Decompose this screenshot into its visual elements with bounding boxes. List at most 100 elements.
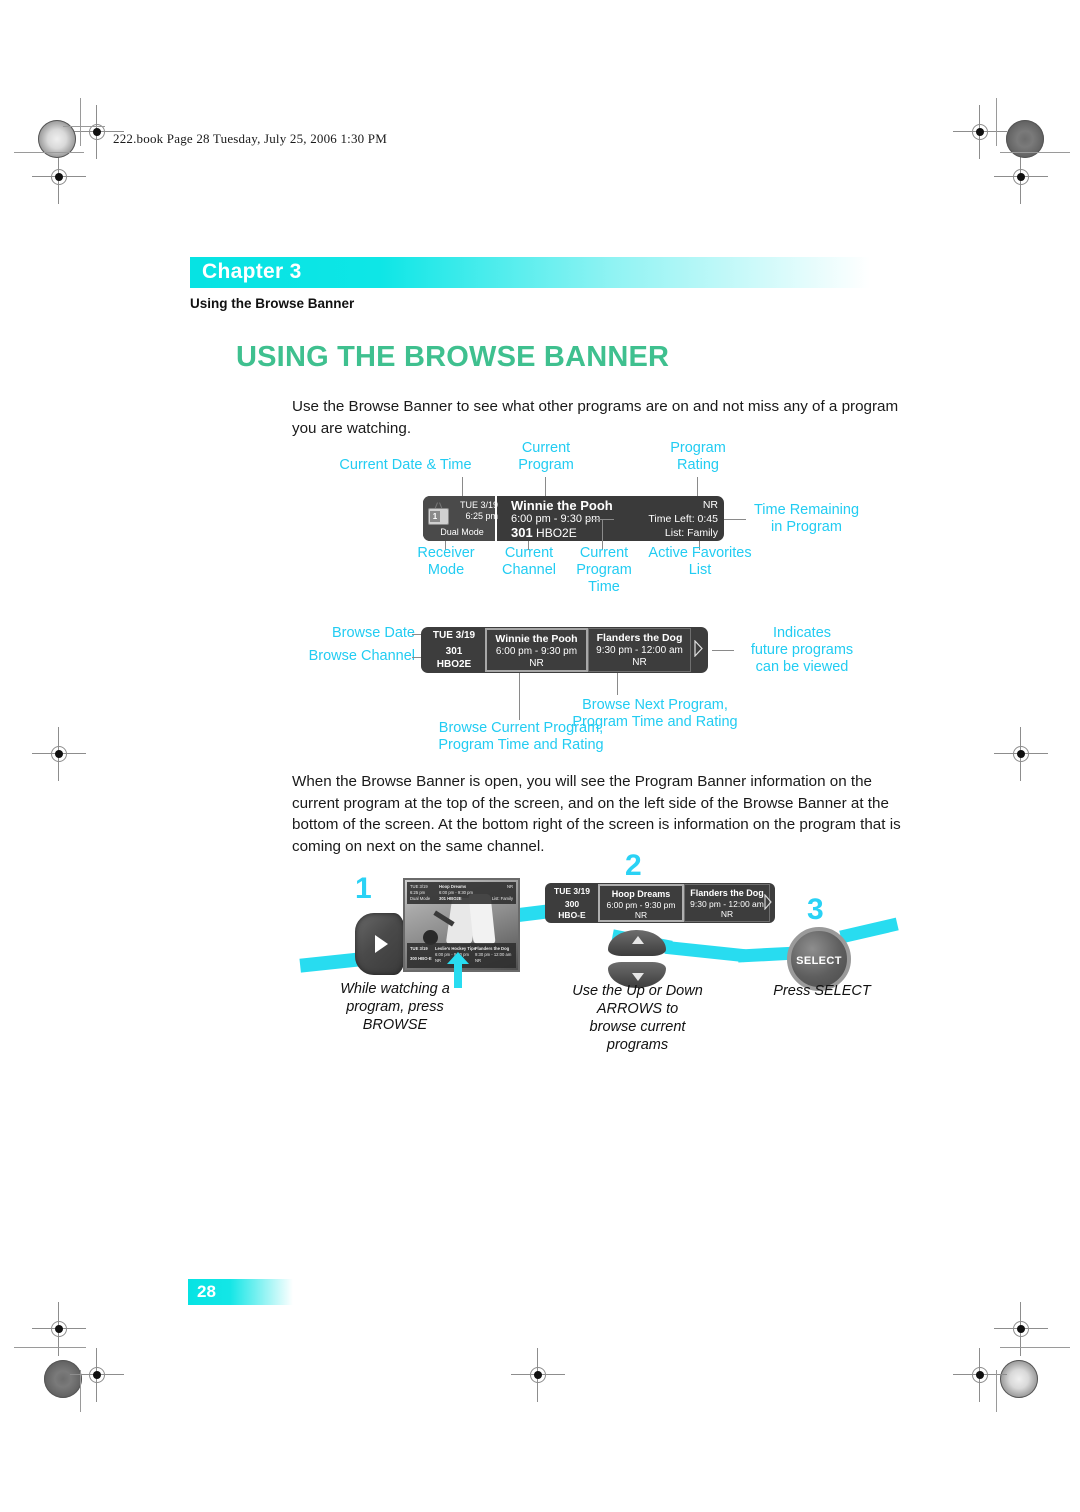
tv-overlay-date: TUE 3/19 [410,884,428,889]
leader-current-program-time-h [586,519,614,520]
trim-line-top-right-h [1000,152,1070,153]
browse-next-title: Flanders the Dog [596,632,683,644]
step-2-number: 2 [625,849,642,882]
step2-browse-date: TUE 3/19 [554,886,590,896]
step2-current-time: 6:00 pm - 9:30 pm [606,900,676,910]
trim-line-top-right-v [996,98,997,146]
registration-mark-bottom-right [994,1302,1048,1356]
page-number: 28 [197,1282,216,1301]
callout-browse-current: Browse Current Program, Program Time and… [438,720,604,753]
registration-mark-top-right [953,105,1007,159]
leader-current-program [545,477,546,497]
step2-current-title: Hoop Dreams [611,889,671,899]
trim-line-bottom-right-v [996,1370,997,1412]
print-slug: 222.book Page 28 Tuesday, July 25, 2006 … [113,131,387,146]
tv-overlay-browse-current-rating: NR [435,958,442,963]
leader-browse-current [519,673,520,720]
step-3-number: 3 [807,893,824,926]
program-banner-mode: Dual Mode [440,527,484,537]
select-button-label: SELECT [796,955,842,967]
flow-ribbon-seg7 [839,917,899,944]
detail-paragraph: When the Browse Banner is open, you will… [292,773,901,855]
browse-current-cell[interactable]: Winnie the Pooh 6:00 pm - 9:30 pm NR [485,628,588,672]
step2-next-cell[interactable]: Flanders the Dog 9:30 pm - 12:00 am NR [684,884,770,922]
tv-overlay-time: 6:25 pm [410,890,426,895]
step2-channel-number: 300 [564,899,580,909]
step2-next-rating: NR [720,909,734,919]
callout-receiver-mode: Receiver Mode [417,545,475,578]
slug-rule [63,126,105,127]
program-channel: 301 HBO2E [511,525,613,541]
callout-current-program-time: Current Program Time [576,545,632,595]
step-1-number: 1 [355,872,372,905]
tv-overlay-list: List: Family [491,896,513,901]
browse-banner-left: TUE 3/19 301 HBO2E [425,629,483,671]
browse-channel-number: 301 [445,646,463,657]
program-banner-right: NR Time Left: 0:45 List: Family [648,498,718,540]
chevron-down-icon [632,973,644,981]
step2-next-title: Flanders the Dog [690,888,764,898]
callout-current-date-time: Current Date & Time [339,457,472,473]
trim-line-bottom-left-v [80,1370,81,1412]
program-banner-date: TUE 3/19 [459,500,498,510]
browse-current-title: Winnie the Pooh [495,633,578,645]
chevron-right-icon[interactable] [694,640,703,657]
registration-mark-left-mid [32,727,86,781]
page-title: USING THE BROWSE BANNER [236,341,669,374]
tv-overlay-browse-next-rating: NR [475,958,482,963]
callout-active-favorites: Active Favorites List [648,545,752,578]
program-banner-datetime: TUE 3/19 6:25 pm [451,500,498,522]
tv-overlay-mode: Dual Mode [410,896,431,901]
density-target-bottom-left [44,1360,82,1398]
chapter-bar: Chapter 3 [190,257,870,288]
browse-next-cell[interactable]: Flanders the Dog 9:30 pm - 12:00 am NR [588,628,691,672]
callout-indicates-future: Indicates future programs can be viewed [750,625,854,675]
program-favorites-list: List: Family [664,527,718,539]
step2-next-time: 9:30 pm - 12:00 am [690,899,764,909]
tv-overlay-program-time: 6:00 pm - 9:30 pm [439,890,473,895]
running-head: Using the Browse Banner [190,296,355,311]
registration-mark-bottom-left-inner [70,1348,124,1402]
step2-channel-name: HBO-E [558,910,586,920]
callout-browse-channel: Browse Channel [308,648,415,664]
chapter-label: Chapter 3 [202,260,302,283]
step2-chevron-right-icon[interactable] [764,894,772,910]
step2-left: TUE 3/19 300 HBO-E [548,886,596,921]
tv-overlay-browse-channel: 300 HBO-E [410,956,432,961]
registration-mark-top-right-lower [994,150,1048,204]
tv-overlay-channel: 301 HBO2E [439,896,462,901]
callout-program-rating: Program Rating [670,440,726,473]
registration-mark-bottom-center [511,1348,565,1402]
program-banner: 1 TUE 3/19 6:25 pm Dual Mode Winnie the … [423,496,724,541]
browse-next-rating: NR [632,657,647,668]
registration-mark-bottom-right-inner [953,1348,1007,1402]
step2-current-cell[interactable]: Hoop Dreams 6:00 pm - 9:30 pm NR [598,884,684,922]
play-icon [375,935,388,953]
callout-browse-date: Browse Date [331,625,415,641]
trim-line-top-left-h [14,152,84,153]
registration-mark-bottom-left [32,1302,86,1356]
browse-next-time: 9:30 pm - 12:00 am [596,645,683,656]
leader-time-remaining [724,519,746,520]
channel-number: 301 [511,525,533,540]
browse-banner: TUE 3/19 301 HBO2E Winnie the Pooh 6:00 … [421,627,708,673]
browse-current-rating: NR [529,658,544,669]
tv-overlay-browse-next-time: 9:30 pm - 12:00 am [475,952,512,957]
browse-button[interactable] [355,913,405,975]
chevron-up-icon [632,936,644,944]
callout-current-program: Current Program [518,440,574,473]
program-time-left: Time Left: 0:45 [648,513,718,525]
registration-mark-right-mid [994,727,1048,781]
tv-overlay-rating: NR [506,884,513,889]
program-rating: NR [702,499,718,511]
tv-overlay-title: Hoop Dreams [439,884,467,889]
registration-mark-top-left [70,105,124,159]
program-title: Winnie the Pooh [511,498,613,513]
receiver-number: 1 [430,511,440,522]
browse-current-time: 6:00 pm - 9:30 pm [495,646,578,657]
tv-overlay-browse-current-title: Leslie's Hockey Tips [435,946,476,951]
tv-overlay-browse-next-title: Flanders the Dog [475,946,510,951]
flow-ribbon-seg5 [664,940,746,963]
step-1-caption: While watching a program, press BROWSE [340,981,450,1033]
program-banner-time: 6:25 pm [465,511,498,521]
